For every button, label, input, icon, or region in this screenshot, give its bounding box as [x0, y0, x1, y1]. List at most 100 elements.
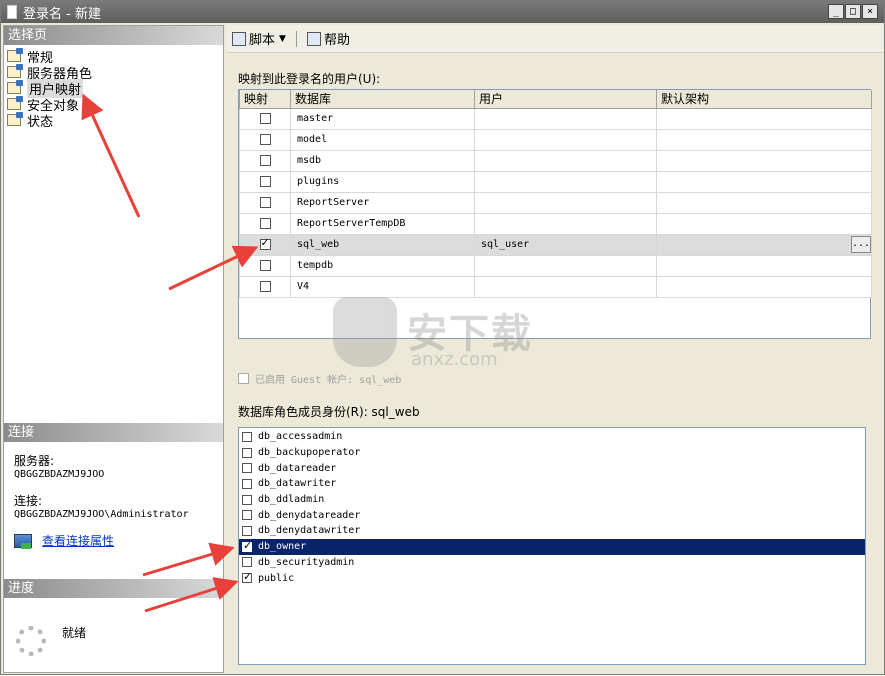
map-checkbox[interactable]: [259, 217, 271, 229]
role-item[interactable]: db_owner: [239, 539, 865, 555]
map-cell[interactable]: [239, 254, 291, 277]
map-checkbox[interactable]: [259, 175, 271, 187]
role-checkbox[interactable]: [242, 478, 252, 489]
grid-row[interactable]: ReportServer: [239, 191, 872, 214]
map-checkbox[interactable]: [259, 259, 271, 271]
map-cell[interactable]: [239, 212, 291, 235]
role-item[interactable]: db_accessadmin: [239, 429, 865, 445]
select-page-header: 选择页: [4, 26, 223, 45]
user-cell[interactable]: [474, 170, 657, 193]
default-schema-cell[interactable]: [656, 149, 872, 172]
map-checkbox[interactable]: [259, 280, 271, 292]
role-checkbox[interactable]: [242, 431, 252, 442]
role-name: db_securityadmin: [258, 556, 355, 568]
map-cell[interactable]: [239, 275, 291, 298]
connection-header: 连接: [4, 423, 223, 442]
minimize-button[interactable]: _: [828, 4, 844, 19]
user-cell[interactable]: [474, 149, 657, 172]
grid-header-row: 映射 数据库 用户 默认架构: [239, 90, 872, 109]
user-cell[interactable]: [474, 254, 657, 277]
column-header-map[interactable]: 映射: [239, 90, 291, 109]
server-label: 服务器:: [14, 454, 55, 468]
user-cell[interactable]: [474, 275, 657, 298]
column-header-database[interactable]: 数据库: [290, 90, 475, 109]
role-checkbox[interactable]: [242, 510, 252, 521]
role-name: db_ddladmin: [258, 494, 325, 506]
grid-row[interactable]: sql_websql_user...: [239, 233, 872, 256]
page-icon: [7, 80, 23, 94]
role-item[interactable]: db_datareader: [239, 460, 865, 476]
map-checkbox[interactable]: [259, 236, 271, 250]
default-schema-cell[interactable]: [656, 191, 872, 214]
nav-item[interactable]: 状态: [7, 112, 220, 130]
default-schema-cell[interactable]: [656, 254, 872, 277]
user-cell[interactable]: sql_user: [474, 233, 657, 256]
role-item[interactable]: db_backupoperator: [239, 445, 865, 461]
role-item[interactable]: db_securityadmin: [239, 555, 865, 571]
view-connection-properties[interactable]: 查看连接属性: [14, 532, 213, 549]
default-schema-cell[interactable]: [656, 212, 872, 235]
role-item[interactable]: db_denydatareader: [239, 507, 865, 523]
toolbar-separator: [295, 30, 297, 47]
map-checkbox[interactable]: [259, 112, 271, 124]
default-schema-cell[interactable]: [656, 170, 872, 193]
role-checkbox[interactable]: [242, 570, 252, 584]
default-schema-cell[interactable]: [656, 107, 872, 130]
view-connection-properties-link[interactable]: 查看连接属性: [42, 532, 114, 549]
map-cell[interactable]: [239, 128, 291, 151]
dropdown-arrow-icon[interactable]: ▼: [279, 34, 286, 44]
default-schema-cell[interactable]: [656, 128, 872, 151]
help-button[interactable]: 帮助: [304, 29, 353, 48]
role-checkbox[interactable]: [242, 463, 252, 474]
watermark: 安下载 anxz.com: [333, 297, 553, 377]
column-header-default-schema[interactable]: 默认架构: [656, 90, 872, 109]
role-item[interactable]: db_denydatawriter: [239, 523, 865, 539]
map-checkbox[interactable]: [259, 154, 271, 166]
grid-row[interactable]: model: [239, 128, 872, 151]
connection-section: 连接 服务器: QBGGZBDAZMJ9JOO 连接: QBGGZBDAZMJ9…: [4, 423, 223, 559]
map-cell[interactable]: [239, 170, 291, 193]
default-schema-cell[interactable]: [656, 275, 872, 298]
user-cell[interactable]: [474, 128, 657, 151]
grid-row[interactable]: ReportServerTempDB: [239, 212, 872, 235]
maximize-button[interactable]: □: [845, 4, 861, 19]
map-checkbox[interactable]: [259, 133, 271, 145]
map-cell[interactable]: [239, 107, 291, 130]
grid-row[interactable]: master: [239, 107, 872, 130]
role-name: public: [258, 572, 295, 584]
column-header-user[interactable]: 用户: [474, 90, 657, 109]
default-schema-cell[interactable]: ...: [656, 233, 872, 256]
role-name: db_denydatareader: [258, 509, 361, 521]
map-cell[interactable]: [239, 233, 291, 256]
user-cell[interactable]: [474, 191, 657, 214]
connection-properties-icon: [14, 533, 32, 549]
nav-item-label: 状态: [27, 114, 54, 130]
database-cell: ReportServer: [290, 191, 475, 214]
grid-row[interactable]: plugins: [239, 170, 872, 193]
role-item[interactable]: db_ddladmin: [239, 492, 865, 508]
role-checkbox[interactable]: [242, 494, 252, 505]
grid-row[interactable]: msdb: [239, 149, 872, 172]
shield-logo-icon: [333, 297, 397, 367]
user-cell[interactable]: [474, 107, 657, 130]
progress-status: 就绪: [62, 626, 87, 640]
grid-row[interactable]: V4: [239, 275, 872, 298]
role-item[interactable]: db_datawriter: [239, 476, 865, 492]
role-checkbox[interactable]: [242, 447, 252, 458]
connection-value: QBGGZBDAZMJ9JOO\Administrator: [14, 509, 189, 520]
close-button[interactable]: ×: [862, 4, 878, 19]
database-cell: plugins: [290, 170, 475, 193]
browse-schema-button[interactable]: ...: [851, 236, 871, 253]
role-checkbox[interactable]: [242, 557, 252, 568]
role-checkbox[interactable]: [242, 525, 252, 536]
role-item[interactable]: public: [239, 570, 865, 586]
map-cell[interactable]: [239, 149, 291, 172]
database-cell: msdb: [290, 149, 475, 172]
map-cell[interactable]: [239, 191, 291, 214]
script-button[interactable]: 脚本 ▼: [229, 29, 289, 48]
grid-row[interactable]: tempdb: [239, 254, 872, 277]
role-checkbox[interactable]: [242, 539, 252, 552]
role-membership-list: db_accessadmin db_backupoperator db_datare…: [238, 427, 866, 665]
map-checkbox[interactable]: [259, 196, 271, 208]
user-cell[interactable]: [474, 212, 657, 235]
